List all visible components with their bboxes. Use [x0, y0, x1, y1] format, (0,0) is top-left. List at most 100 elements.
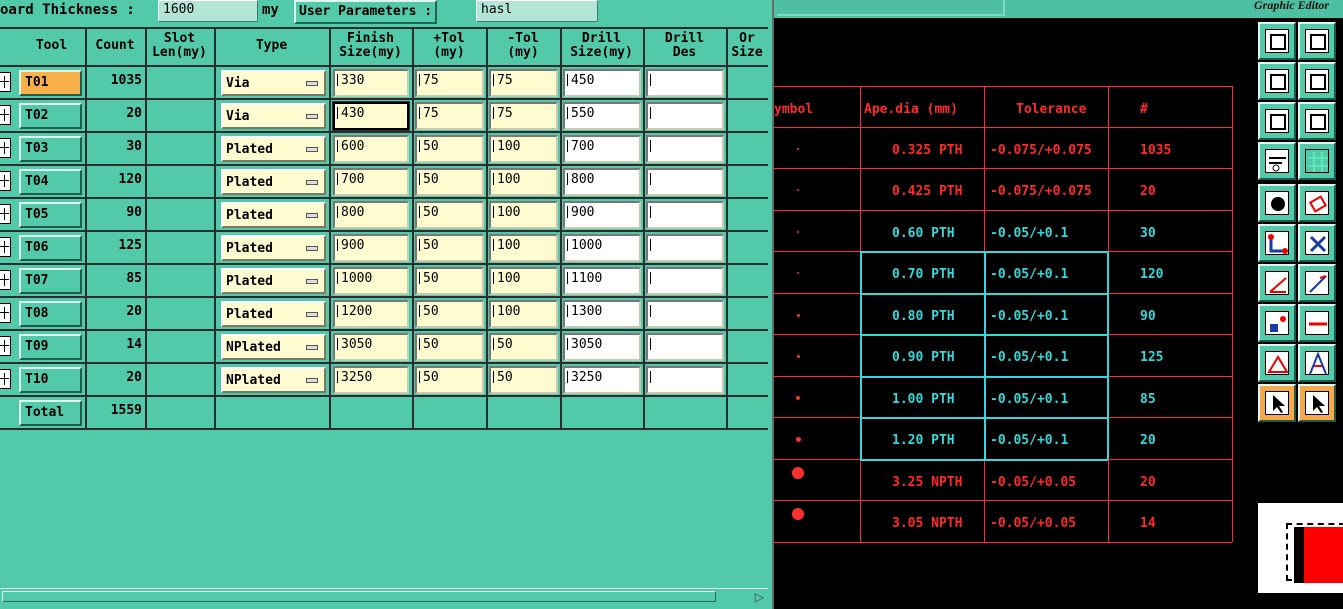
finish-size-input[interactable]: 430	[332, 101, 410, 131]
minus-tol-input[interactable]: 100	[489, 267, 558, 295]
plus-tol-input[interactable]: 50	[415, 267, 484, 295]
finish-size-input[interactable]: 3250	[333, 366, 409, 394]
row-expand-icon[interactable]	[0, 336, 11, 356]
board-thickness-input[interactable]: 1600	[158, 0, 258, 22]
row-expand-icon[interactable]	[0, 369, 11, 389]
dropdown-icon[interactable]	[306, 147, 318, 152]
dropdown-icon[interactable]	[306, 378, 318, 383]
row-expand-icon[interactable]	[0, 303, 11, 323]
dropdown-icon[interactable]	[306, 180, 318, 185]
rectangle-icon[interactable]	[1298, 184, 1336, 222]
page-left-icon[interactable]	[1258, 62, 1296, 100]
minus-tol-input[interactable]: 50	[489, 333, 558, 361]
finish-size-input[interactable]: 1200	[333, 300, 409, 328]
row-expand-icon[interactable]	[0, 138, 11, 158]
plus-tol-input[interactable]: 50	[415, 300, 484, 328]
finish-size-input[interactable]: 1000	[333, 267, 409, 295]
tool-button[interactable]: T03	[19, 136, 82, 162]
tool-button[interactable]: T08	[19, 301, 82, 327]
drill-size-input[interactable]: 700	[563, 135, 641, 163]
type-select[interactable]: Plated	[221, 136, 326, 162]
page-up-icon[interactable]	[1258, 22, 1296, 60]
dropdown-icon[interactable]	[306, 246, 318, 251]
type-select[interactable]: Plated	[221, 268, 326, 294]
select-pointer-icon[interactable]	[1258, 384, 1296, 422]
drill-des-input[interactable]	[646, 267, 724, 295]
drill-des-input[interactable]	[646, 69, 724, 97]
pointer-box-icon[interactable]	[1298, 384, 1336, 422]
minus-tol-input[interactable]: 50	[489, 366, 558, 394]
diagonal-line-icon[interactable]	[1298, 264, 1336, 302]
drill-des-input[interactable]	[646, 168, 724, 196]
dropdown-icon[interactable]	[306, 345, 318, 350]
drill-size-input[interactable]: 550	[563, 102, 641, 130]
type-select[interactable]: Plated	[221, 301, 326, 327]
drill-size-input[interactable]: 450	[563, 69, 641, 97]
cross-icon[interactable]	[1298, 224, 1336, 262]
fit-icon[interactable]	[1258, 102, 1296, 140]
tool-button[interactable]: T02	[19, 103, 82, 129]
dropdown-icon[interactable]	[306, 312, 318, 317]
tool-button[interactable]: T01	[19, 70, 82, 96]
type-select[interactable]: Via	[221, 103, 326, 129]
type-select[interactable]: Plated	[221, 235, 326, 261]
user-parameters-input[interactable]: hasl	[476, 0, 598, 22]
row-expand-icon[interactable]	[0, 72, 11, 92]
plus-tol-input[interactable]: 50	[415, 234, 484, 262]
row-expand-icon[interactable]	[0, 105, 11, 125]
dropdown-icon[interactable]	[306, 279, 318, 284]
angle-line-icon[interactable]	[1258, 264, 1296, 302]
finish-size-input[interactable]: 800	[333, 201, 409, 229]
minus-tol-input[interactable]: 100	[489, 168, 558, 196]
row-expand-icon[interactable]	[0, 171, 11, 191]
finish-size-input[interactable]: 330	[333, 69, 409, 97]
minus-tol-input[interactable]: 75	[489, 69, 558, 97]
drill-size-input[interactable]: 1100	[563, 267, 641, 295]
plus-tol-input[interactable]: 50	[415, 333, 484, 361]
point-snap-icon[interactable]	[1258, 304, 1296, 342]
minus-tol-input[interactable]: 100	[489, 300, 558, 328]
dropdown-icon[interactable]	[306, 81, 318, 86]
tool-button[interactable]: T06	[19, 235, 82, 261]
drill-des-input[interactable]	[646, 135, 724, 163]
drill-des-input[interactable]	[646, 234, 724, 262]
tool-button[interactable]: T09	[19, 334, 82, 360]
drill-des-input[interactable]	[646, 300, 724, 328]
grid-icon[interactable]	[1298, 142, 1336, 180]
node-graph-icon[interactable]	[1258, 224, 1296, 262]
page-down-icon[interactable]	[1298, 22, 1336, 60]
drill-des-input[interactable]	[646, 201, 724, 229]
drill-size-input[interactable]: 3050	[563, 333, 641, 361]
plus-tol-input[interactable]: 50	[415, 201, 484, 229]
row-expand-icon[interactable]	[0, 270, 11, 290]
triangle-icon[interactable]	[1258, 344, 1296, 382]
horizontal-scrollbar[interactable]: ▷	[0, 588, 768, 605]
zoom-fit-icon[interactable]	[1298, 102, 1336, 140]
total-button[interactable]: Total	[19, 400, 82, 426]
finish-size-input[interactable]: 700	[333, 168, 409, 196]
drill-size-input[interactable]: 1000	[563, 234, 641, 262]
scrollbar-thumb[interactable]	[2, 591, 716, 602]
plus-tol-input[interactable]: 50	[415, 366, 484, 394]
dropdown-icon[interactable]	[306, 114, 318, 119]
dropdown-icon[interactable]	[306, 213, 318, 218]
type-select[interactable]: Plated	[221, 169, 326, 195]
minus-tol-input[interactable]: 100	[489, 135, 558, 163]
tool-button[interactable]: T07	[19, 268, 82, 294]
user-parameters-button[interactable]: User Parameters :	[294, 0, 438, 24]
page-right-icon[interactable]	[1298, 62, 1336, 100]
board-preview[interactable]	[1258, 503, 1343, 593]
arrow-up-icon[interactable]	[1298, 344, 1336, 382]
minus-tol-input[interactable]: 100	[489, 234, 558, 262]
drill-des-input[interactable]	[646, 333, 724, 361]
scroll-right-arrow-icon[interactable]: ▷	[755, 590, 764, 604]
row-expand-icon[interactable]	[0, 204, 11, 224]
drill-size-input[interactable]: 1300	[563, 300, 641, 328]
drill-size-input[interactable]: 3250	[563, 366, 641, 394]
circle-icon[interactable]	[1258, 184, 1296, 222]
probe-icon[interactable]	[1258, 142, 1296, 180]
minus-tol-input[interactable]: 100	[489, 201, 558, 229]
plus-tol-input[interactable]: 75	[415, 69, 484, 97]
tool-button[interactable]: T05	[19, 202, 82, 228]
plus-tol-input[interactable]: 50	[415, 168, 484, 196]
